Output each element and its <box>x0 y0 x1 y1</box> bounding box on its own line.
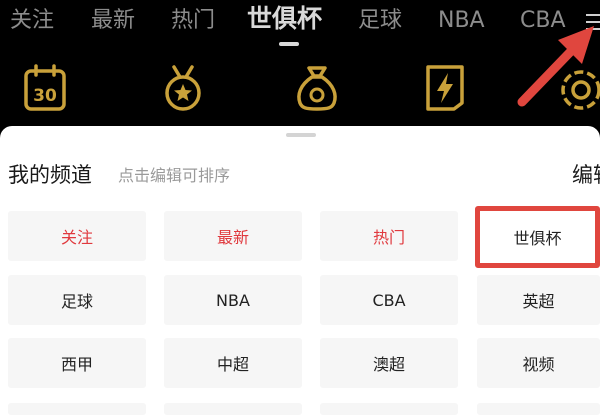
channel-chip[interactable] <box>8 403 146 415</box>
tab-nba[interactable]: NBA <box>438 6 485 36</box>
drag-handle[interactable] <box>286 133 316 137</box>
lightning-card-icon[interactable] <box>422 63 468 113</box>
channel-chip-nba[interactable]: NBA <box>164 275 302 325</box>
calendar-icon[interactable]: 30 <box>22 63 68 113</box>
channel-chip[interactable] <box>477 403 600 415</box>
channel-chip-video[interactable]: 视频 <box>477 338 600 388</box>
panel-title: 我的频道 <box>8 163 92 187</box>
calendar-day-text: 30 <box>33 86 57 106</box>
tab-follow[interactable]: 关注 <box>10 6 54 36</box>
channel-chip-follow[interactable]: 关注 <box>8 211 146 261</box>
channel-chip-csl[interactable]: 中超 <box>164 338 302 388</box>
channel-chip-club-world-cup[interactable]: 世俱杯 <box>475 206 600 268</box>
channel-chip-premier-league[interactable]: 英超 <box>477 275 600 325</box>
channel-panel: 我的频道 点击编辑可排序 编辑 关注 最新 热门 世俱杯 足球 NBA CBA … <box>0 126 600 415</box>
annotation-arrow-icon <box>517 26 594 107</box>
channel-chip[interactable] <box>164 403 302 415</box>
tab-latest[interactable]: 最新 <box>91 6 135 36</box>
channel-chip-la-liga[interactable]: 西甲 <box>8 338 146 388</box>
edit-button[interactable]: 编辑 <box>572 161 600 189</box>
channel-chip-football[interactable]: 足球 <box>8 275 146 325</box>
tab-club-world-cup[interactable]: 世俱杯 <box>247 4 322 34</box>
active-tab-indicator <box>279 42 299 46</box>
tab-football[interactable]: 足球 <box>358 6 402 36</box>
panel-hint: 点击编辑可排序 <box>118 166 231 185</box>
tab-hot[interactable]: 热门 <box>171 6 215 36</box>
money-bag-icon[interactable] <box>292 63 342 113</box>
channel-chip-cba[interactable]: CBA <box>320 275 458 325</box>
channel-chip-latest[interactable]: 最新 <box>164 211 302 261</box>
channel-chip-a-league[interactable]: 澳超 <box>320 338 458 388</box>
channel-chip-hot[interactable]: 热门 <box>320 211 458 261</box>
medal-icon[interactable] <box>160 63 206 113</box>
channel-chip[interactable] <box>320 403 458 415</box>
